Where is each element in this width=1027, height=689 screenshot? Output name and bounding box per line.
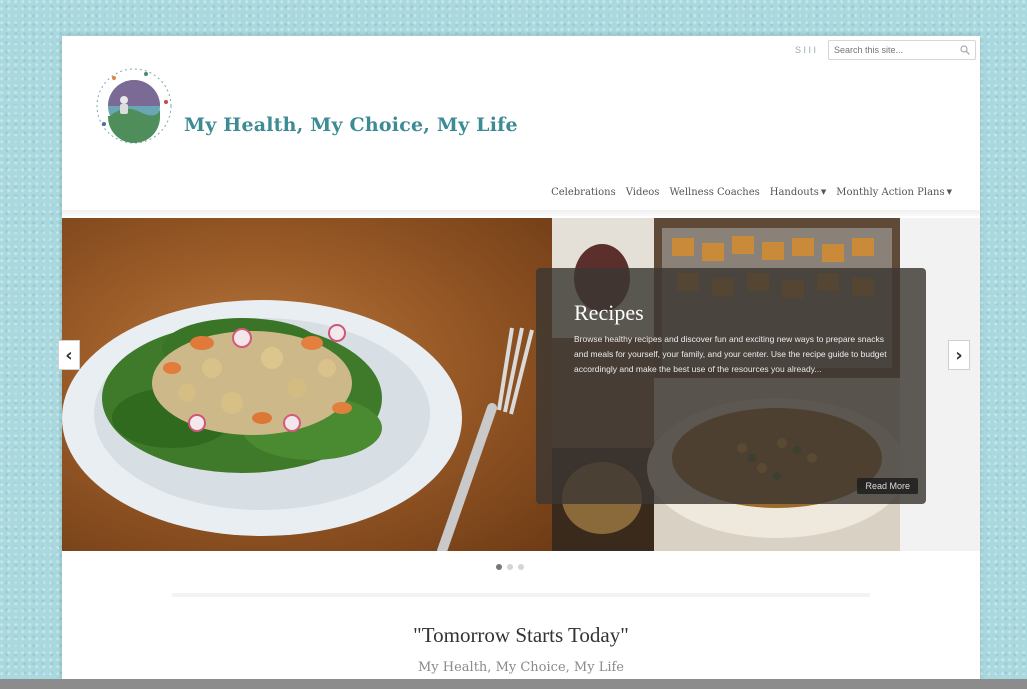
chevron-right-icon: › bbox=[955, 344, 963, 366]
main-nav: Celebrations Videos Wellness Coaches Han… bbox=[551, 187, 952, 198]
top-bar: S I I I bbox=[795, 40, 976, 60]
nav-item-wellness-coaches[interactable]: Wellness Coaches bbox=[669, 187, 759, 198]
slider-prev-button[interactable]: ‹ bbox=[58, 340, 80, 370]
nav-item-celebrations[interactable]: Celebrations bbox=[551, 187, 616, 198]
slide-caption: Recipes Browse healthy recipes and disco… bbox=[536, 268, 926, 504]
chevron-left-icon: ‹ bbox=[65, 344, 73, 366]
banner-quote: "Tomorrow Starts Today" bbox=[413, 623, 629, 647]
slider-dot-3[interactable] bbox=[518, 564, 524, 570]
search-input[interactable] bbox=[834, 45, 954, 55]
slider-pagination bbox=[496, 564, 524, 570]
banner-tagline: My Health, My Choice, My Life bbox=[417, 660, 624, 675]
nav-item-handouts[interactable]: Handouts ▼ bbox=[770, 187, 827, 198]
logo-emblem[interactable] bbox=[94, 66, 174, 146]
page-container: S I I I My Health, My Choice, My Life Ce… bbox=[62, 36, 980, 689]
slider-next-button[interactable]: › bbox=[948, 340, 970, 370]
nav-item-monthly-action-plans[interactable]: Monthly Action Plans ▼ bbox=[836, 187, 952, 198]
slider-dot-1[interactable] bbox=[496, 564, 502, 570]
slider-dot-2[interactable] bbox=[507, 564, 513, 570]
site-title[interactable]: My Health, My Choice, My Life bbox=[184, 114, 518, 136]
bottom-bar bbox=[0, 679, 1027, 689]
chevron-down-icon: ▼ bbox=[946, 188, 952, 196]
top-link[interactable]: S I I I bbox=[795, 45, 816, 55]
caption-title[interactable]: Recipes bbox=[574, 300, 890, 326]
chevron-down-icon: ▼ bbox=[820, 188, 827, 196]
section-divider bbox=[172, 593, 870, 597]
search-icon[interactable] bbox=[960, 45, 970, 55]
caption-text: Browse healthy recipes and discover fun … bbox=[574, 334, 887, 374]
read-more-button[interactable]: Read More bbox=[857, 478, 918, 494]
nav-divider bbox=[62, 210, 980, 216]
nav-item-videos[interactable]: Videos bbox=[626, 187, 660, 198]
hero-slider[interactable]: Recipes Browse healthy recipes and disco… bbox=[62, 218, 980, 551]
search-box[interactable] bbox=[828, 40, 976, 60]
slide-image-salad bbox=[62, 218, 552, 551]
